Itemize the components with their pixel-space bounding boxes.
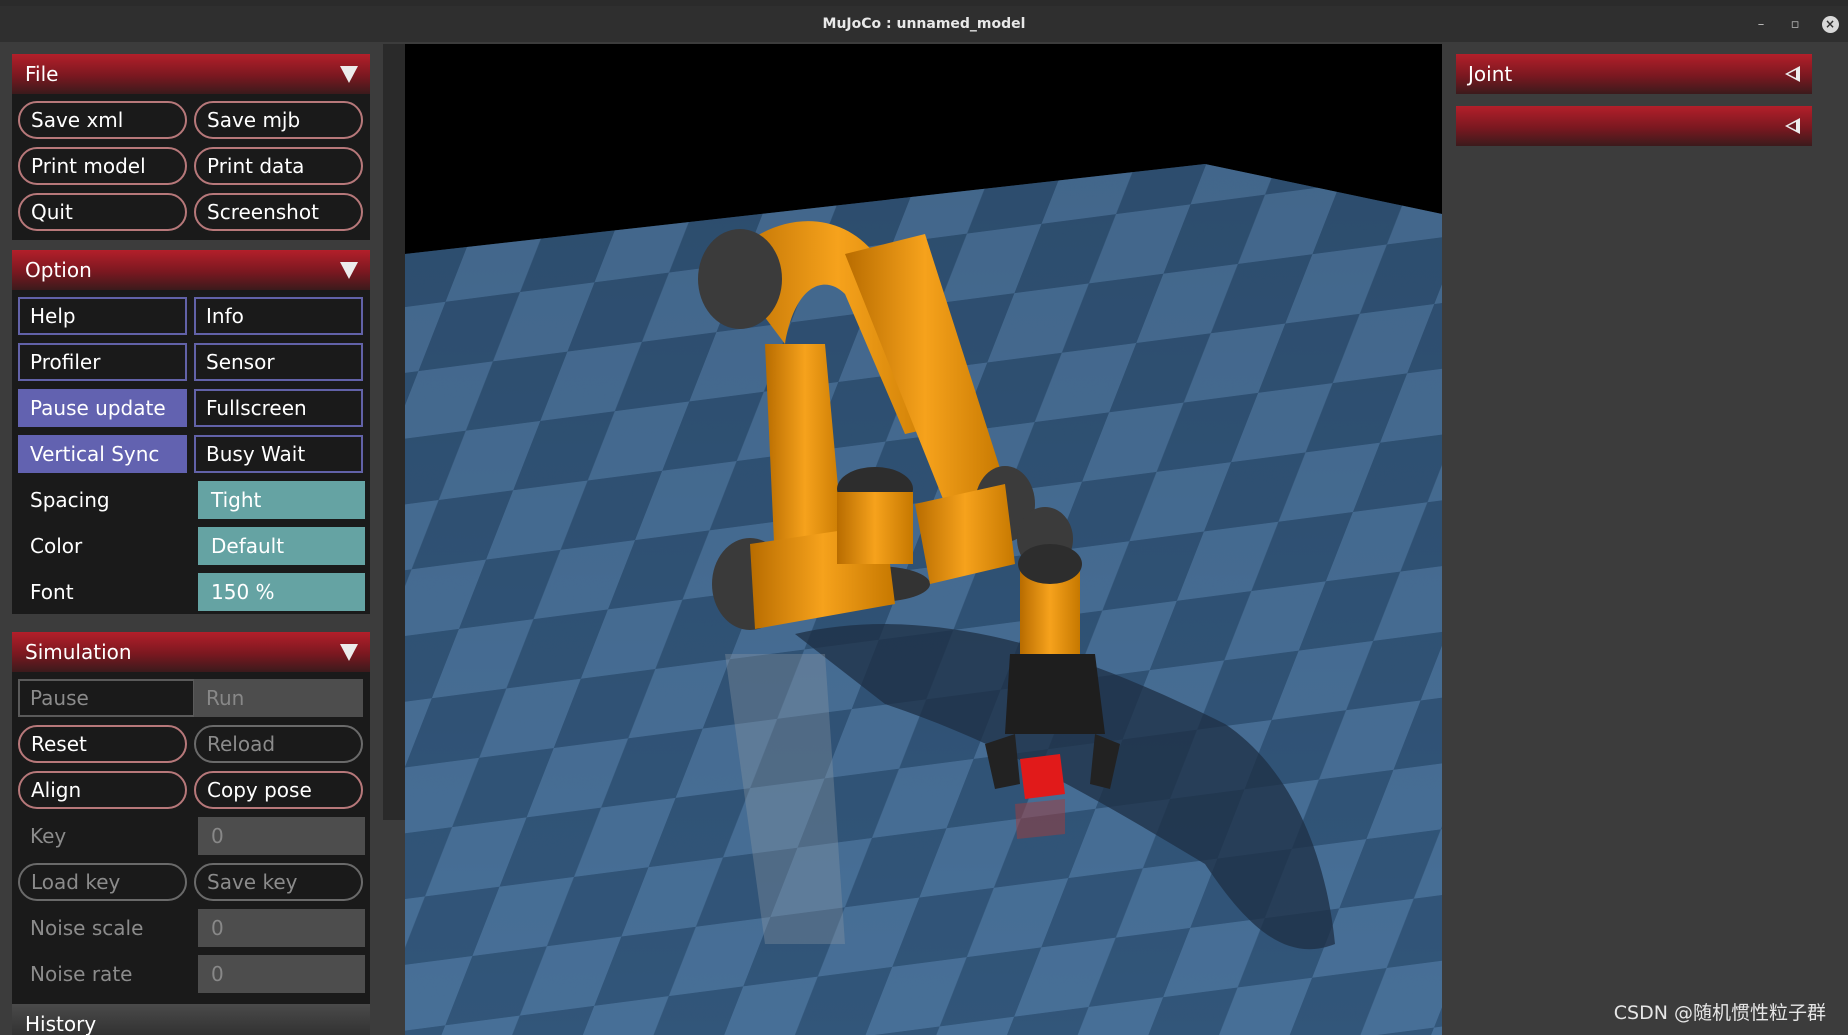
left-ui-panel: File Save xml Save mjb Print model Print… [12, 54, 370, 1035]
expand-arrow-icon [1785, 118, 1800, 134]
key-label: Key [30, 824, 67, 848]
run-radio[interactable]: Run [194, 679, 363, 717]
load-key-button[interactable]: Load key [18, 863, 187, 901]
copy-pose-button[interactable]: Copy pose [194, 771, 363, 809]
pause-radio[interactable]: Pause [18, 679, 195, 717]
spacing-label: Spacing [30, 488, 110, 512]
panel-scrollbar[interactable] [383, 44, 405, 820]
info-toggle[interactable]: Info [194, 297, 363, 335]
reset-button[interactable]: Reset [18, 725, 187, 763]
fullscreen-toggle[interactable]: Fullscreen [194, 389, 363, 427]
robot-wrist-cap [1018, 544, 1082, 584]
screenshot-button[interactable]: Screenshot [194, 193, 363, 231]
reload-button[interactable]: Reload [194, 725, 363, 763]
color-select[interactable]: Default [198, 527, 365, 565]
collapse-arrow-icon [340, 66, 358, 83]
simulation-section-header[interactable]: Simulation [12, 632, 370, 672]
simulation-section-title: Simulation [25, 640, 132, 664]
noise-scale-label: Noise scale [30, 916, 144, 940]
sensor-toggle[interactable]: Sensor [194, 343, 363, 381]
close-icon: × [1821, 15, 1839, 33]
robot-joint-2 [698, 229, 782, 329]
minimize-icon: – [1757, 16, 1765, 32]
close-button[interactable]: × [1815, 6, 1845, 42]
save-key-button[interactable]: Save key [194, 863, 363, 901]
font-label: Font [30, 580, 74, 604]
minimize-button[interactable]: – [1746, 6, 1776, 42]
restore-icon: ▫ [1790, 16, 1800, 32]
collapse-arrow-icon [340, 262, 358, 279]
pause-update-toggle[interactable]: Pause update [18, 389, 187, 427]
restore-button[interactable]: ▫ [1780, 6, 1810, 42]
save-mjb-button[interactable]: Save mjb [194, 101, 363, 139]
expand-arrow-icon [1785, 66, 1800, 82]
busy-wait-toggle[interactable]: Busy Wait [194, 435, 363, 473]
control-section-header[interactable] [1456, 106, 1812, 146]
align-button[interactable]: Align [18, 771, 187, 809]
watermark-text: CSDN @随机惯性粒子群 [1613, 1002, 1826, 1024]
font-select[interactable]: 150 % [198, 573, 365, 611]
vertical-sync-toggle[interactable]: Vertical Sync [18, 435, 187, 473]
robot-base-link [837, 492, 913, 564]
spacing-select[interactable]: Tight [198, 481, 365, 519]
noise-rate-slider[interactable]: 0 [198, 955, 365, 993]
key-slider[interactable]: 0 [198, 817, 365, 855]
file-section: File Save xml Save mjb Print model Print… [12, 54, 370, 240]
red-cube-reflection [1015, 799, 1065, 839]
help-toggle[interactable]: Help [18, 297, 187, 335]
title-bar: MuJoCo : unnamed_model [0, 6, 1848, 42]
red-cube [1020, 754, 1065, 799]
save-xml-button[interactable]: Save xml [18, 101, 187, 139]
profiler-toggle[interactable]: Profiler [18, 343, 187, 381]
3d-viewport[interactable] [405, 44, 1442, 1035]
option-section-header[interactable]: Option [12, 250, 370, 290]
color-label: Color [30, 534, 83, 558]
noise-rate-label: Noise rate [30, 962, 133, 986]
option-section-title: Option [25, 258, 92, 282]
option-section: Option Help Info Profiler Sensor Pause u… [12, 250, 370, 614]
noise-scale-slider[interactable]: 0 [198, 909, 365, 947]
joint-section-title: Joint [1468, 62, 1513, 86]
history-section-header[interactable]: History [12, 1004, 370, 1035]
simulation-section: Simulation Pause Run Reset Reload Align … [12, 632, 370, 1035]
history-section-title: History [25, 1012, 97, 1035]
quit-button[interactable]: Quit [18, 193, 187, 231]
print-data-button[interactable]: Print data [194, 147, 363, 185]
robot-gripper [1005, 654, 1105, 734]
file-section-header[interactable]: File [12, 54, 370, 94]
file-section-title: File [25, 62, 59, 86]
collapse-arrow-icon [340, 644, 358, 661]
window-title: MuJoCo : unnamed_model [822, 16, 1026, 32]
scene-render [405, 164, 1442, 1035]
print-model-button[interactable]: Print model [18, 147, 187, 185]
joint-section-header[interactable]: Joint [1456, 54, 1812, 94]
